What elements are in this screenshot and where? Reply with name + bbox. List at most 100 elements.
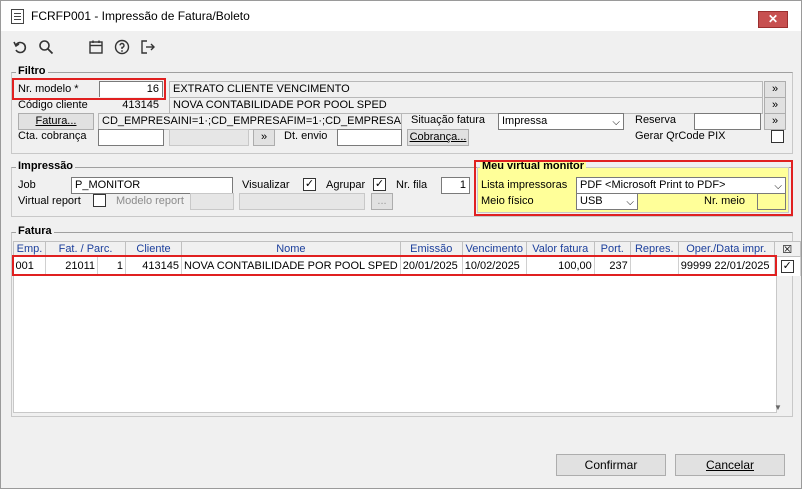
cta-cobranca-input[interactable] bbox=[98, 129, 164, 146]
codigo-cliente-input[interactable]: 413145 bbox=[99, 97, 163, 114]
col-emissao[interactable]: Emissão bbox=[399, 241, 463, 257]
document-icon bbox=[11, 9, 24, 24]
cell-fat: 21011 bbox=[45, 256, 98, 276]
col-vencimento[interactable]: Vencimento bbox=[461, 241, 527, 257]
nr-fila-input[interactable]: 1 bbox=[441, 177, 470, 194]
reserva-more-button[interactable]: » bbox=[764, 113, 786, 130]
situacao-fatura-label: Situação fatura bbox=[411, 114, 485, 126]
codigo-cliente-description: NOVA CONTABILIDADE POR POOL SPED bbox=[169, 97, 763, 114]
cta-cobranca-more-button[interactable]: » bbox=[253, 129, 275, 146]
dt-envio-label: Dt. envio bbox=[284, 130, 328, 142]
cell-oper: 99999 bbox=[680, 260, 712, 273]
nr-modelo-more-button[interactable]: » bbox=[764, 81, 786, 98]
exit-icon[interactable] bbox=[139, 39, 157, 57]
table-row[interactable]: 001 21011 1 413145 NOVA CONTABILIDADE PO… bbox=[13, 256, 801, 276]
nr-meio-input[interactable] bbox=[757, 193, 786, 210]
gerar-qrcode-checkbox[interactable] bbox=[771, 130, 784, 143]
agrupar-checkbox[interactable]: ✓ bbox=[373, 178, 386, 191]
fatura-group-label: Fatura bbox=[16, 225, 54, 237]
col-fat-parc[interactable]: Fat. / Parc. bbox=[45, 241, 126, 257]
monitor-label: Meu virtual monitor bbox=[480, 160, 587, 172]
lista-impressoras-value: PDF <Microsoft Print to PDF> bbox=[580, 179, 726, 191]
cancelar-button-label: Cancelar bbox=[705, 458, 755, 472]
virtual-report-checkbox[interactable] bbox=[93, 194, 106, 207]
close-button[interactable]: ✕ bbox=[758, 11, 788, 28]
meio-fisico-select[interactable]: USB ⌵ bbox=[576, 193, 638, 210]
job-label: Job bbox=[18, 179, 36, 191]
situacao-fatura-value: Impressa bbox=[502, 115, 548, 127]
virtual-report-label: Virtual report bbox=[18, 195, 81, 207]
modelo-report-label: Modelo report bbox=[116, 195, 184, 207]
col-valor[interactable]: Valor fatura bbox=[525, 241, 595, 257]
dt-envio-input[interactable] bbox=[337, 129, 402, 146]
cell-vencimento: 10/02/2025 bbox=[462, 256, 527, 276]
reserva-input[interactable] bbox=[694, 113, 761, 130]
chevron-down-icon: ⌵ bbox=[626, 197, 634, 208]
cell-valor: 100,00 bbox=[526, 256, 595, 276]
nr-fila-label: Nr. fila bbox=[396, 179, 428, 191]
title-bar: FCRFP001 - Impressão de Fatura/Boleto ✕ bbox=[1, 1, 801, 31]
modelo-report-input bbox=[190, 193, 234, 210]
fatura-header-row: Emp. Fat. / Parc. Cliente Nome Emissão V… bbox=[13, 241, 801, 257]
meio-fisico-value: USB bbox=[580, 195, 603, 207]
col-port[interactable]: Port. bbox=[593, 241, 631, 257]
window-title: FCRFP001 - Impressão de Fatura/Boleto bbox=[31, 9, 250, 23]
cell-parc: 1 bbox=[97, 256, 126, 276]
modelo-report-description bbox=[239, 193, 365, 210]
col-repres[interactable]: Repres. bbox=[629, 241, 679, 257]
nr-modelo-input[interactable]: 16 bbox=[99, 81, 163, 98]
toolbar bbox=[1, 31, 801, 63]
reserva-label: Reserva bbox=[635, 114, 676, 126]
cell-emp: 001 bbox=[13, 256, 46, 276]
undo-icon[interactable] bbox=[11, 39, 29, 57]
col-cliente[interactable]: Cliente bbox=[125, 241, 182, 257]
chevron-down-icon: ⌵ bbox=[774, 181, 782, 192]
fatura-button[interactable]: Fatura... bbox=[18, 113, 94, 130]
codigo-cliente-more-button[interactable]: » bbox=[764, 97, 786, 114]
cell-cliente: 413145 bbox=[125, 256, 182, 276]
confirmar-button-label: Confirmar bbox=[584, 458, 638, 472]
cell-nome: NOVA CONTABILIDADE POR POOL SPED bbox=[181, 256, 401, 276]
col-select-all[interactable]: ☒ bbox=[773, 241, 801, 257]
search-icon[interactable] bbox=[37, 39, 55, 57]
cta-cobranca-description bbox=[169, 129, 249, 146]
col-nome[interactable]: Nome bbox=[181, 241, 401, 257]
row-checkbox[interactable]: ✓ bbox=[780, 259, 794, 273]
meio-fisico-label: Meio físico bbox=[481, 195, 534, 207]
cobranca-button-label: Cobrança... bbox=[409, 131, 467, 143]
nr-meio-label: Nr. meio bbox=[704, 195, 745, 207]
calendar-icon[interactable] bbox=[87, 39, 105, 57]
cell-emissao: 20/01/2025 bbox=[400, 256, 463, 276]
fatura-filter-input[interactable]: CD_EMPRESAINI=1·;CD_EMPRESAFIM=1·;CD_EMP… bbox=[98, 113, 402, 130]
col-emp[interactable]: Emp. bbox=[13, 241, 46, 257]
fatura-grid-body bbox=[13, 256, 777, 413]
impressao-label: Impressão bbox=[16, 160, 76, 172]
job-input[interactable]: P_MONITOR bbox=[71, 177, 233, 194]
modelo-report-browse-button[interactable]: ... bbox=[371, 193, 393, 210]
cancelar-button[interactable]: Cancelar bbox=[675, 454, 785, 476]
col-oper[interactable]: Oper./Data impr. bbox=[677, 241, 775, 257]
visualizar-checkbox[interactable]: ✓ bbox=[303, 178, 316, 191]
nr-modelo-label: Nr. modelo * bbox=[18, 83, 79, 95]
chevron-down-icon: ⌵ bbox=[612, 117, 620, 128]
cell-select[interactable]: ✓ bbox=[774, 256, 801, 276]
scroll-down-icon[interactable]: ▼ bbox=[774, 403, 782, 412]
main-window: FCRFP001 - Impressão de Fatura/Boleto ✕ … bbox=[0, 0, 802, 489]
lista-impressoras-select[interactable]: PDF <Microsoft Print to PDF> ⌵ bbox=[576, 177, 786, 194]
codigo-cliente-label: Código cliente bbox=[18, 99, 88, 111]
fatura-button-label: Fatura... bbox=[35, 115, 77, 127]
agrupar-label: Agrupar bbox=[326, 179, 366, 191]
cell-data-impr: 22/01/2025 bbox=[714, 260, 770, 273]
cobranca-button[interactable]: Cobrança... bbox=[407, 129, 469, 146]
confirmar-button[interactable]: Confirmar bbox=[556, 454, 666, 476]
cta-cobranca-label: Cta. cobrança bbox=[18, 130, 87, 142]
nr-modelo-description: EXTRATO CLIENTE VENCIMENTO bbox=[169, 81, 763, 98]
cell-repres bbox=[630, 256, 679, 276]
help-icon[interactable] bbox=[113, 39, 131, 57]
situacao-fatura-select[interactable]: Impressa ⌵ bbox=[498, 113, 624, 130]
filtro-label: Filtro bbox=[16, 65, 48, 77]
cell-oper-data: 99999 22/01/2025 bbox=[678, 256, 775, 276]
cell-port: 237 bbox=[594, 256, 631, 276]
gerar-qrcode-label: Gerar QrCode PIX bbox=[635, 130, 726, 142]
fatura-table: Emp. Fat. / Parc. Cliente Nome Emissão V… bbox=[13, 241, 801, 276]
